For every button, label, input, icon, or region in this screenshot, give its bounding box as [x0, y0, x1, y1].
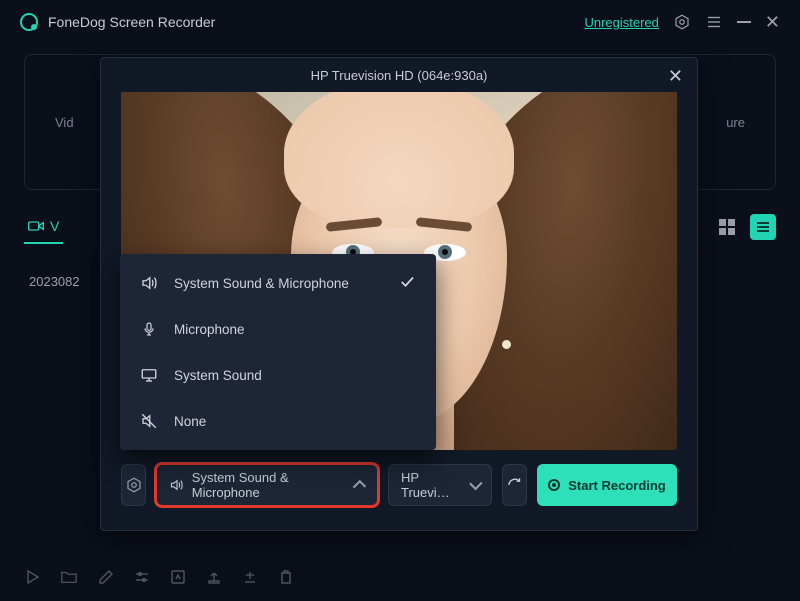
modal-header: HP Truevision HD (064e:930a) ✕ — [101, 58, 697, 92]
audio-option-label: None — [174, 414, 206, 429]
check-icon — [398, 273, 416, 294]
app-title: FoneDog Screen Recorder — [48, 14, 215, 30]
audio-option-label: System Sound — [174, 368, 262, 383]
camera-device-label: HP Truevi… — [401, 470, 462, 500]
audio-source-dropdown: System Sound & Microphone Microphone Sys… — [120, 254, 436, 450]
bottom-toolbar — [24, 569, 776, 585]
refresh-button[interactable] — [502, 464, 527, 506]
panel-left-text: Vid — [55, 115, 74, 130]
title-bar: FoneDog Screen Recorder Unregistered ✕ — [0, 0, 800, 44]
title-left: FoneDog Screen Recorder — [20, 13, 215, 31]
audio-option-system-sound[interactable]: System Sound — [120, 352, 436, 398]
add-icon[interactable] — [242, 569, 258, 585]
gear-icon — [125, 476, 143, 494]
tab-video[interactable]: V — [24, 210, 63, 244]
chevron-down-icon — [469, 477, 482, 490]
speaker-icon — [169, 477, 184, 493]
audio-option-label: System Sound & Microphone — [174, 276, 349, 291]
chevron-up-icon — [352, 480, 366, 494]
grid-view-button[interactable] — [714, 214, 740, 240]
mic-icon — [140, 320, 158, 338]
audio-source-label: System Sound & Microphone — [192, 470, 348, 500]
app-logo — [20, 13, 38, 31]
start-recording-button[interactable]: Start Recording — [537, 464, 677, 506]
webcam-settings-button[interactable] — [121, 464, 146, 506]
audio-option-label: Microphone — [174, 322, 245, 337]
modal-controls: System Sound & Microphone HP Truevi… Sta… — [101, 450, 697, 520]
minimize-button[interactable] — [737, 21, 751, 23]
settings-icon[interactable] — [673, 13, 691, 31]
mute-icon — [140, 412, 158, 430]
upload-icon[interactable] — [206, 569, 222, 585]
speaker-icon — [140, 274, 158, 292]
close-app-button[interactable]: ✕ — [765, 12, 780, 33]
list-view-button[interactable] — [750, 214, 776, 240]
start-recording-label: Start Recording — [568, 478, 666, 493]
unregistered-link[interactable]: Unregistered — [584, 15, 658, 30]
audio-option-microphone[interactable]: Microphone — [120, 306, 436, 352]
title-icons: ✕ — [673, 12, 780, 33]
audio-option-system-and-mic[interactable]: System Sound & Microphone — [120, 260, 436, 306]
modal-title: HP Truevision HD (064e:930a) — [311, 68, 488, 83]
camera-device-selector[interactable]: HP Truevi… — [388, 464, 492, 506]
modal-close-button[interactable]: ✕ — [668, 66, 683, 87]
menu-icon[interactable] — [705, 13, 723, 31]
folder-icon[interactable] — [60, 569, 78, 585]
panel-right-text: ure — [726, 115, 745, 130]
play-icon[interactable] — [24, 569, 40, 585]
audio-source-selector[interactable]: System Sound & Microphone — [156, 464, 378, 506]
trash-icon[interactable] — [278, 569, 294, 585]
audio-option-none[interactable]: None — [120, 398, 436, 444]
tab-video-label: V — [50, 218, 59, 234]
refresh-icon — [506, 476, 524, 494]
adjust-icon[interactable] — [134, 569, 150, 585]
edit-icon[interactable] — [98, 569, 114, 585]
title-right: Unregistered ✕ — [584, 12, 780, 33]
convert-icon[interactable] — [170, 569, 186, 585]
record-icon — [548, 479, 560, 491]
monitor-icon — [140, 367, 158, 383]
